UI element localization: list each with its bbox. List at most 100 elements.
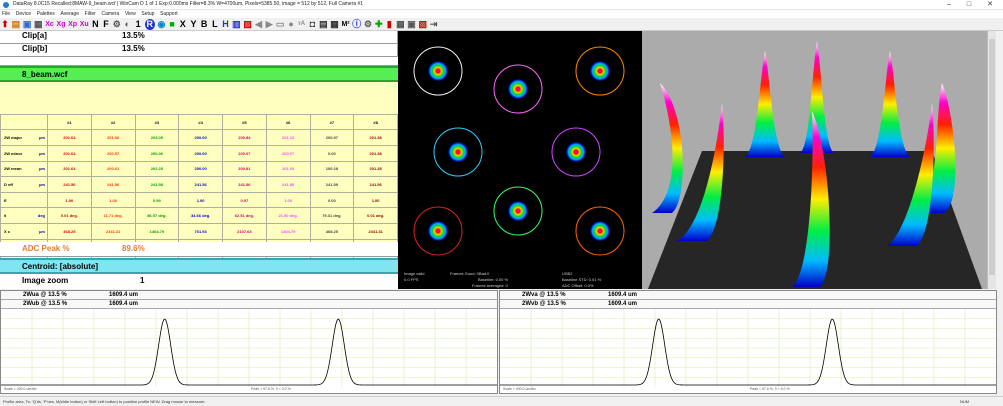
row-label[interactable]: D eff µm	[0, 176, 48, 193]
table-cell: 241.59	[309, 176, 355, 193]
menu-view[interactable]: View	[123, 10, 138, 18]
table-cell: 62.51 deg.	[222, 207, 267, 225]
menu-filter[interactable]: Filter	[83, 10, 98, 18]
beam-image[interactable]: Image valid 0.0 FPS Frames Good: 0Bad:0 …	[398, 31, 642, 289]
profile-right-peak: Peak = 97.6 %, 0 = 0.0 %	[750, 387, 790, 391]
profile-right-plot	[500, 309, 996, 387]
arrow-right-icon[interactable]: ▶	[265, 19, 273, 30]
arrow-up-icon[interactable]: ⬆	[1, 19, 9, 30]
vertical-scrollbar[interactable]	[987, 31, 996, 289]
camera-icon[interactable]: ◘	[308, 19, 316, 30]
close-button[interactable]: ✕	[979, 0, 1001, 10]
arrow-left-icon[interactable]: ◀	[255, 19, 263, 30]
chart-icon[interactable]: ▧	[418, 19, 427, 30]
menu-setup[interactable]: Setup	[139, 10, 156, 18]
row-label[interactable]: E	[0, 191, 48, 209]
clipboard-icon[interactable]: ▦	[330, 19, 339, 30]
settings-icon[interactable]: ⚙	[364, 19, 372, 30]
col-header-2[interactable]: #2	[90, 113, 136, 131]
ra-icon[interactable]: rA	[298, 19, 306, 30]
profile-left[interactable]: 2Wua @ 13.5 % 1609.4 um 2Wub @ 13.5 % 16…	[0, 290, 498, 394]
menu-camera[interactable]: Camera	[99, 10, 121, 18]
maximize-button[interactable]: □	[958, 0, 980, 10]
m2-icon[interactable]: M²	[341, 19, 349, 30]
layout-icon[interactable]: ▣	[407, 19, 416, 30]
minimize-button[interactable]: –	[938, 0, 960, 10]
table-cell: 200.07	[222, 145, 267, 162]
col-header-7[interactable]: #7	[309, 113, 355, 131]
zero-icon[interactable]: ◐	[123, 19, 131, 30]
save-icon[interactable]: ▣	[23, 19, 32, 30]
zoom-label: Image zoom	[22, 276, 69, 285]
col-header-3[interactable]: #3	[134, 113, 180, 131]
scrollbar-thumb[interactable]	[989, 39, 995, 275]
table-cell: 468.25	[309, 223, 355, 240]
col-header-6[interactable]: #6	[265, 113, 311, 131]
table-row: θ deg 0.01 deg. 11.71 deg. 86.97 deg. 34.66 d…	[0, 207, 398, 225]
col-header-4[interactable]: #4	[178, 113, 223, 131]
spot-2	[493, 64, 543, 114]
y-icon[interactable]: Y	[189, 19, 197, 30]
n-icon[interactable]: N	[91, 19, 99, 30]
row-label[interactable]: 2W mean µm	[0, 160, 48, 178]
menu-average[interactable]: Average	[58, 10, 81, 18]
h-icon[interactable]: H	[221, 19, 229, 30]
table-cell: 2107.63	[222, 223, 267, 240]
one-icon[interactable]: 1	[134, 19, 142, 30]
reverse-icon[interactable]: ▨	[243, 19, 252, 30]
b-icon[interactable]: B	[200, 19, 208, 30]
row-label-text: 2W mean	[4, 166, 22, 172]
table-cell: 0.01 deg.	[47, 207, 92, 225]
col-header-8[interactable]: #8	[353, 113, 398, 131]
l-icon[interactable]: L	[211, 19, 219, 30]
xu-icon[interactable]: Xu	[80, 19, 89, 30]
zoom-row[interactable]: Image zoom 1	[0, 274, 398, 289]
table-icon[interactable]: ▦	[396, 19, 405, 30]
row-label[interactable]: 2W minor µm	[0, 145, 48, 162]
table-cell: 1.00	[178, 191, 223, 209]
col-header-5[interactable]: #5	[222, 113, 267, 131]
print-icon[interactable]: ▦	[34, 19, 43, 30]
printer-icon[interactable]: ▤	[319, 19, 328, 30]
xc-icon[interactable]: Xc	[45, 19, 54, 30]
menu-file[interactable]: File	[0, 10, 12, 18]
adc-label: ADC Peak %	[22, 244, 70, 253]
info-icon[interactable]: ⓘ	[352, 19, 361, 30]
r-icon[interactable]: R	[144, 19, 155, 30]
export-icon[interactable]: ⇥	[430, 19, 438, 30]
file-header[interactable]: 8_beam.wcf	[0, 66, 398, 82]
profile-left-row1-value: 1609.4 um	[109, 292, 139, 298]
thermometer-icon[interactable]: ▮	[385, 19, 393, 30]
col-header-1[interactable]: #1	[47, 113, 92, 131]
row-label[interactable]: 2W major µm	[0, 129, 48, 147]
menu-device[interactable]: Device	[14, 10, 33, 18]
record-icon[interactable]: ■	[168, 19, 176, 30]
clip-a-row[interactable]: Clip[a] 13.5%	[0, 31, 398, 44]
table-cell: 200.00	[178, 129, 223, 147]
xg-icon[interactable]: Xg	[56, 19, 65, 30]
file-name: 8_beam.wcf	[22, 70, 68, 79]
grid-icon[interactable]: ▥	[232, 19, 241, 30]
menu-support[interactable]: Support	[158, 10, 180, 18]
profile-left-row2-label: 2Wub @ 13.5 %	[23, 301, 68, 307]
row-label[interactable]: θ deg	[0, 207, 48, 225]
profile-right-scale: Scale = 400.0 um/div	[503, 387, 536, 391]
plus-icon[interactable]: ✚	[375, 19, 383, 30]
rect-icon[interactable]: ▭	[276, 19, 285, 30]
table-row: D eff µm 241.56 241.56 241.58 241.56 241.56 241…	[0, 176, 398, 193]
profile-right[interactable]: 2Wva @ 13.5 % 1609.4 um 2Wvb @ 13.5 % 16…	[499, 290, 997, 394]
menu-palettes[interactable]: Palettes	[35, 10, 57, 18]
cursor-icon[interactable]: ●	[287, 19, 295, 30]
open-icon[interactable]: ▤	[12, 19, 21, 30]
results-panel: Clip[a] 13.5% Clip[b] 13.5% 8_beam.wcf #…	[0, 31, 398, 289]
f-icon[interactable]: F	[102, 19, 110, 30]
xp-icon[interactable]: Xp	[68, 19, 77, 30]
3d-view[interactable]	[642, 31, 987, 289]
x-icon[interactable]: X	[179, 19, 187, 30]
gear-icon[interactable]: ⚙	[113, 19, 121, 30]
globe-icon[interactable]: ◉	[157, 19, 166, 30]
image-status-mid: Frames Good: 0Bad:0 Baseline: 0.00 % Fra…	[450, 271, 508, 289]
clip-b-row[interactable]: Clip[b] 13.5%	[0, 44, 398, 57]
row-label[interactable]: X c µm	[0, 223, 48, 240]
centroid-header[interactable]: Centroid: [absolute]	[0, 258, 398, 274]
